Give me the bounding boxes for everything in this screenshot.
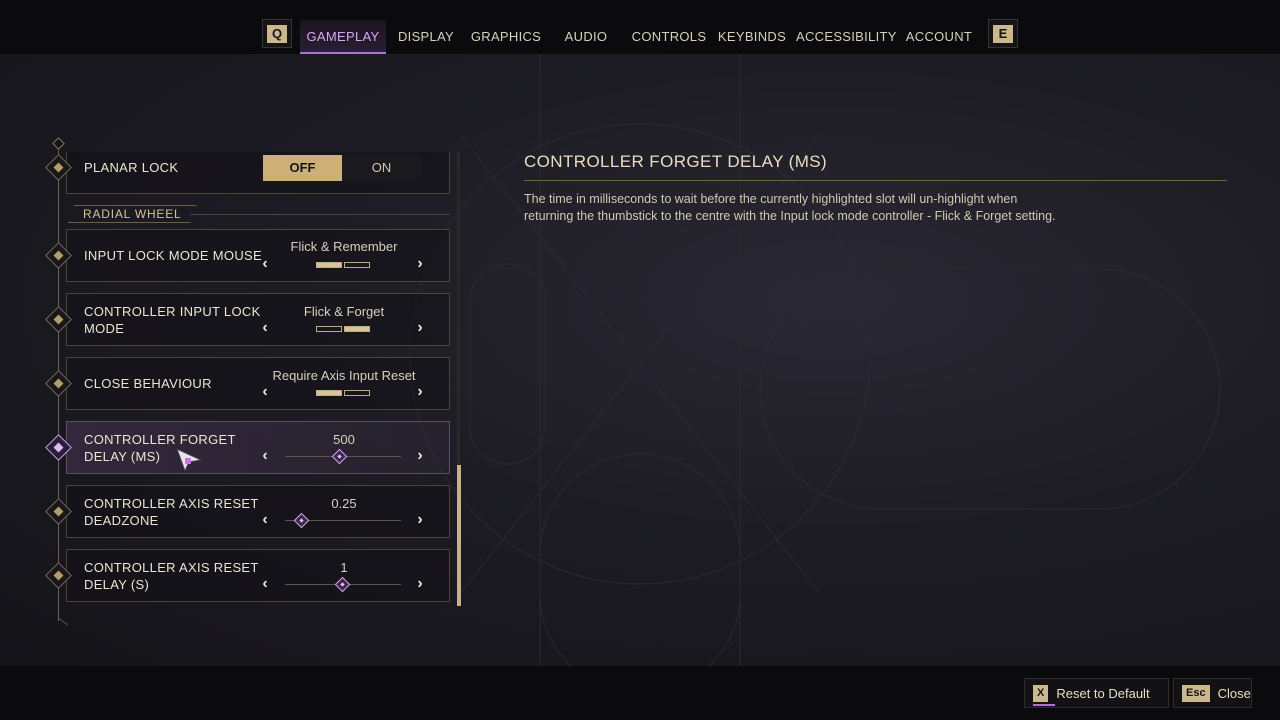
option-indicator-2 <box>344 390 370 396</box>
scrollbar-thumb[interactable] <box>457 465 461 606</box>
close-button[interactable]: Esc Close <box>1173 678 1252 708</box>
description-divider <box>524 180 1227 181</box>
chevron-left-icon[interactable]: ‹ <box>258 384 272 400</box>
chevron-left-icon[interactable]: ‹ <box>258 512 272 528</box>
e-key-icon: E <box>993 24 1013 43</box>
setting-label: CLOSE BEHAVIOUR <box>84 376 212 391</box>
tab-audio[interactable]: AUDIO <box>560 20 612 54</box>
setting-label-line1: CONTROLLER FORGET <box>84 432 236 447</box>
option-indicator-2 <box>344 262 370 268</box>
tab-display[interactable]: DISPLAY <box>394 20 458 54</box>
setting-label-line1: CONTROLLER AXIS RESET <box>84 496 259 511</box>
setting-label-line2: DELAY (MS) <box>84 449 161 464</box>
setting-controller-forget-delay[interactable]: CONTROLLER FORGET DELAY (MS) 500 ‹ › <box>45 421 450 474</box>
setting-controller-axis-reset-delay[interactable]: CONTROLLER AXIS RESET DELAY (S) 1 ‹ › <box>45 549 450 602</box>
slider-value: 1 <box>340 560 348 575</box>
setting-controller-axis-reset-deadzone[interactable]: CONTROLLER AXIS RESET DEADZONE 0.25 ‹ › <box>45 485 450 538</box>
chevron-right-icon[interactable]: › <box>413 256 427 272</box>
slider-thumb[interactable] <box>294 512 310 529</box>
tab-keybinds[interactable]: KEYBINDS <box>716 20 788 54</box>
reset-key-underline <box>1033 704 1055 706</box>
chevron-left-icon[interactable]: ‹ <box>258 576 272 592</box>
option-indicator-1 <box>316 262 342 268</box>
q-key-icon: Q <box>267 24 287 43</box>
chevron-left-icon[interactable]: ‹ <box>258 256 272 272</box>
chevron-left-icon[interactable]: ‹ <box>258 448 272 464</box>
tab-gameplay[interactable]: GAMEPLAY <box>300 20 386 54</box>
setting-label-line2: DELAY (S) <box>84 577 150 592</box>
setting-value: Require Axis Input Reset <box>272 368 416 383</box>
x-key-icon: X <box>1033 684 1049 702</box>
tab-account[interactable]: ACCOUNT <box>904 20 974 54</box>
setting-label-line1: CONTROLLER AXIS RESET <box>84 560 259 575</box>
planar-lock-on-button[interactable]: ON <box>342 155 421 181</box>
close-label: Close <box>1217 685 1251 701</box>
chevron-right-icon[interactable]: › <box>413 448 427 464</box>
slider-thumb[interactable] <box>331 448 347 465</box>
setting-label: PLANAR LOCK <box>84 160 179 175</box>
chevron-left-icon[interactable]: ‹ <box>258 320 272 336</box>
option-indicator-1 <box>316 390 342 396</box>
tab-accessibility[interactable]: ACCESSIBILITY <box>796 20 896 54</box>
slider-thumb[interactable] <box>334 576 351 593</box>
description-body: The time in milliseconds to wait before … <box>524 192 1056 223</box>
setting-close-behaviour[interactable]: CLOSE BEHAVIOUR Require Axis Input Reset… <box>45 357 450 410</box>
next-tab-key[interactable]: E <box>988 19 1018 48</box>
prev-tab-key[interactable]: Q <box>262 19 292 48</box>
slider-value: 0.25 <box>331 496 357 511</box>
mouse-cursor-icon <box>176 448 204 477</box>
setting-label: INPUT LOCK MODE MOUSE <box>84 248 262 263</box>
description-title: CONTROLLER FORGET DELAY (MS) <box>524 152 828 171</box>
option-indicator-2 <box>344 326 370 332</box>
setting-value: Flick & Forget <box>303 304 385 319</box>
setting-value: Flick & Remember <box>290 239 398 254</box>
slider-value: 500 <box>333 432 355 447</box>
planar-lock-off-button[interactable]: OFF <box>263 155 342 181</box>
chevron-right-icon[interactable]: › <box>413 384 427 400</box>
chevron-right-icon[interactable]: › <box>413 512 427 528</box>
setting-controller-input-lock-mode[interactable]: CONTROLLER INPUT LOCK MODE Flick & Forge… <box>45 293 450 346</box>
option-indicator-1 <box>316 326 342 332</box>
section-divider <box>190 214 450 215</box>
tab-controls[interactable]: CONTROLS <box>628 20 710 54</box>
setting-label-line1: CONTROLLER INPUT LOCK <box>84 304 261 319</box>
esc-key-icon: Esc <box>1182 684 1210 702</box>
setting-input-lock-mode-mouse[interactable]: INPUT LOCK MODE MOUSE Flick & Remember ‹… <box>45 229 450 282</box>
tab-graphics[interactable]: GRAPHICS <box>468 20 544 54</box>
reset-label: Reset to Default <box>1056 685 1150 701</box>
section-header-radial-wheel: RADIAL WHEEL <box>68 205 197 223</box>
chevron-right-icon[interactable]: › <box>413 576 427 592</box>
chevron-right-icon[interactable]: › <box>413 320 427 336</box>
setting-planar-lock[interactable]: PLANAR LOCK OFF ON <box>45 152 450 194</box>
setting-label-line2: DEADZONE <box>84 513 159 528</box>
setting-label-line2: MODE <box>84 321 125 336</box>
